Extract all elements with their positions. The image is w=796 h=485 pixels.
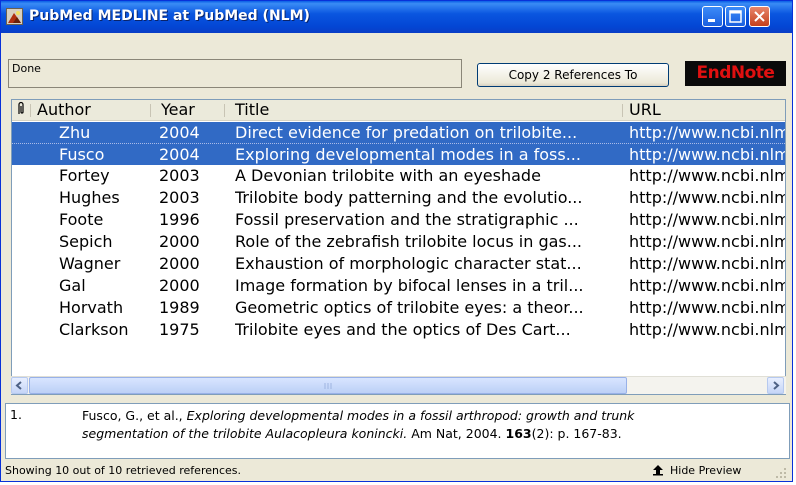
cell-year: 2000 xyxy=(159,254,200,273)
preview-title-line1: Exploring developmental modes in a fossi… xyxy=(186,408,635,423)
horizontal-scrollbar[interactable] xyxy=(11,376,786,394)
column-header-year[interactable]: Year xyxy=(161,100,221,120)
cell-url: http://www.ncbi.nlm xyxy=(629,320,785,339)
cell-title: Trilobite eyes and the optics of Des Car… xyxy=(235,320,571,339)
chevron-right-icon xyxy=(773,381,780,390)
preview-journal: Am Nat, 2004. xyxy=(411,426,502,441)
preview-title-line2: segmentation of the trilobite Aulacopleu… xyxy=(82,426,408,441)
table-row[interactable]: Wagner 2000 Exhaustion of morphologic ch… xyxy=(12,253,785,274)
status-bar: Showing 10 out of 10 retrieved reference… xyxy=(1,461,792,481)
table-row[interactable]: Gal 2000 Image formation by bifocal lens… xyxy=(12,275,785,296)
preview-issue-pages: (2): p. 167-83. xyxy=(531,426,622,441)
table-row[interactable]: Horvath 1989 Geometric optics of trilobi… xyxy=(12,297,785,318)
app-icon xyxy=(6,8,23,25)
column-header-url[interactable]: URL xyxy=(629,100,779,120)
cell-title: Fossil preservation and the stratigraphi… xyxy=(235,210,579,229)
scroll-thumb[interactable] xyxy=(29,377,627,394)
maximize-icon xyxy=(729,10,742,23)
window-title: PubMed MEDLINE at PubMed (NLM) xyxy=(29,8,310,24)
cell-year: 1996 xyxy=(159,210,200,229)
cell-title: Role of the zebrafish trilobite locus in… xyxy=(235,232,582,251)
cell-url: http://www.ncbi.nlm xyxy=(629,123,785,142)
close-button[interactable] xyxy=(749,6,770,27)
table-row[interactable]: Sepich 2000 Role of the zebrafish trilob… xyxy=(12,231,785,252)
cell-author: Wagner xyxy=(59,254,121,273)
cell-year: 2000 xyxy=(159,232,200,251)
cell-author: Horvath xyxy=(59,298,124,317)
cell-url: http://www.ncbi.nlm xyxy=(629,210,785,229)
minimize-icon xyxy=(708,19,715,22)
cell-year: 2004 xyxy=(159,145,200,164)
cell-year: 1989 xyxy=(159,298,200,317)
cell-url: http://www.ncbi.nlm xyxy=(629,298,785,317)
cell-url: http://www.ncbi.nlm xyxy=(629,166,785,185)
cell-title: Exploring developmental modes in a foss.… xyxy=(235,145,581,164)
column-separator[interactable] xyxy=(150,104,151,117)
chevron-left-icon xyxy=(15,381,22,390)
table-row[interactable]: Zhu 2004 Direct evidence for predation o… xyxy=(12,122,785,143)
copy-references-button[interactable]: Copy 2 References To xyxy=(477,63,669,87)
cell-title: Image formation by bifocal lenses in a t… xyxy=(235,276,584,295)
preview-number: 1. xyxy=(10,407,22,422)
close-icon xyxy=(754,11,765,22)
cell-url: http://www.ncbi.nlm xyxy=(629,188,785,207)
cell-author: Fortey xyxy=(59,166,110,185)
preview-authors: Fusco, G., et al., xyxy=(82,408,183,423)
column-header-attachment[interactable] xyxy=(15,100,29,120)
hide-preview-button[interactable]: Hide Preview xyxy=(652,462,741,480)
cell-title: Trilobite body patterning and the evolut… xyxy=(235,188,583,207)
paperclip-icon xyxy=(18,101,24,114)
column-header-title[interactable]: Title xyxy=(235,100,615,120)
preview-volume: 163 xyxy=(505,426,532,441)
endnote-online-search-window: PubMed MEDLINE at PubMed (NLM) Done Copy… xyxy=(0,0,793,482)
table-row[interactable]: Fusco 2004 Exploring developmental modes… xyxy=(12,143,785,165)
cell-title: Exhaustion of morphologic character stat… xyxy=(235,254,582,273)
cell-year: 2003 xyxy=(159,188,200,207)
cell-author: Clarkson xyxy=(59,320,129,339)
column-separator[interactable] xyxy=(224,104,225,117)
reference-preview-pane: 1. Fusco, G., et al., Exploring developm… xyxy=(5,403,790,459)
cell-author: Fusco xyxy=(59,145,105,164)
column-separator[interactable] xyxy=(30,104,31,117)
cell-year: 1975 xyxy=(159,320,200,339)
cell-url: http://www.ncbi.nlm xyxy=(629,232,785,251)
connection-status-field: Done xyxy=(8,59,462,88)
endnote-logo: EndNote xyxy=(685,61,786,86)
cell-year: 2004 xyxy=(159,123,200,142)
reference-list[interactable]: Author Year Title URL Zhu 2004 Direct ev… xyxy=(11,99,786,395)
status-text: Showing 10 out of 10 retrieved reference… xyxy=(5,464,242,477)
cell-url: http://www.ncbi.nlm xyxy=(629,145,785,164)
column-header-author[interactable]: Author xyxy=(37,100,147,120)
grip-icon xyxy=(324,383,332,389)
scroll-left-button[interactable] xyxy=(11,377,28,394)
cell-author: Zhu xyxy=(59,123,91,142)
hide-preview-label: Hide Preview xyxy=(670,464,742,477)
cell-url: http://www.ncbi.nlm xyxy=(629,254,785,273)
list-header: Author Year Title URL xyxy=(12,100,785,121)
cell-author: Hughes xyxy=(59,188,120,207)
cell-author: Foote xyxy=(59,210,104,229)
scroll-right-button[interactable] xyxy=(767,377,784,394)
table-row[interactable]: Hughes 2003 Trilobite body patterning an… xyxy=(12,187,785,208)
cell-title: A Devonian trilobite with an eyeshade xyxy=(235,166,541,185)
maximize-button[interactable] xyxy=(725,6,746,27)
cell-url: http://www.ncbi.nlm xyxy=(629,276,785,295)
column-separator[interactable] xyxy=(622,104,623,117)
cell-year: 2003 xyxy=(159,166,200,185)
cell-author: Sepich xyxy=(59,232,113,251)
resize-grip-icon[interactable] xyxy=(773,465,787,479)
table-row[interactable]: Foote 1996 Fossil preservation and the s… xyxy=(12,209,785,230)
preview-citation: Fusco, G., et al., Exploring development… xyxy=(82,407,782,443)
cell-title: Direct evidence for predation on trilobi… xyxy=(235,123,578,142)
minimize-button[interactable] xyxy=(702,6,723,27)
connection-status-text: Done xyxy=(12,62,41,75)
title-bar[interactable]: PubMed MEDLINE at PubMed (NLM) xyxy=(1,1,792,33)
table-row[interactable]: Clarkson 1975 Trilobite eyes and the opt… xyxy=(12,319,785,340)
cell-author: Gal xyxy=(59,276,86,295)
arrow-up-icon xyxy=(653,465,663,476)
cell-year: 2000 xyxy=(159,276,200,295)
cell-title: Geometric optics of trilobite eyes: a th… xyxy=(235,298,584,317)
table-row[interactable]: Fortey 2003 A Devonian trilobite with an… xyxy=(12,165,785,186)
